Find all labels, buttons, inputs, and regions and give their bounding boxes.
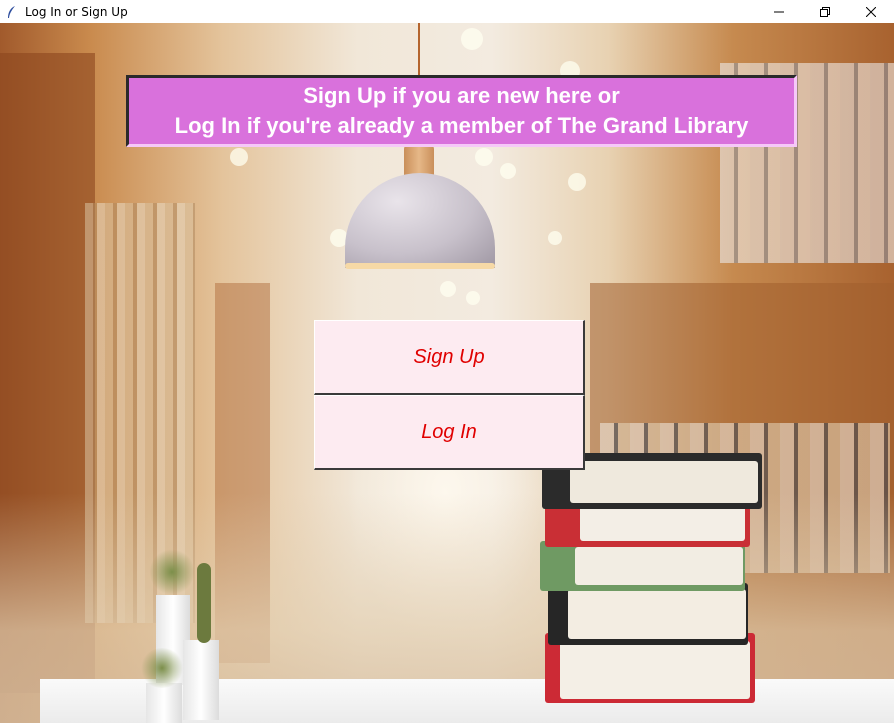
light-bokeh <box>230 148 248 166</box>
book-pages <box>560 641 750 699</box>
welcome-banner: Sign Up if you are new here or Log In if… <box>126 75 797 147</box>
light-bokeh <box>548 231 562 245</box>
restore-button[interactable] <box>802 0 848 23</box>
light-bokeh <box>500 163 516 179</box>
log-in-label: Log In <box>421 420 477 443</box>
light-bokeh <box>475 148 493 166</box>
window-title: Log In or Sign Up <box>25 4 128 19</box>
book-pages <box>568 589 746 639</box>
pendant-lamp <box>345 173 495 268</box>
minimize-icon <box>774 11 784 12</box>
sign-up-label: Sign Up <box>413 345 485 368</box>
banner-line-1: Sign Up if you are new here or <box>303 83 620 108</box>
close-icon <box>866 6 876 17</box>
light-bokeh <box>466 291 480 305</box>
vase <box>183 640 219 720</box>
book-pages <box>575 547 743 585</box>
sign-up-button[interactable]: Sign Up <box>314 320 585 395</box>
lamp-light-rim <box>345 263 495 269</box>
log-in-button[interactable]: Log In <box>314 395 585 470</box>
close-button[interactable] <box>848 0 894 23</box>
library-background: Sign Up if you are new here or Log In if… <box>0 23 894 723</box>
feather-icon <box>4 4 20 20</box>
cactus-icon <box>197 563 211 643</box>
minimize-button[interactable] <box>756 0 802 23</box>
light-bokeh <box>440 281 456 297</box>
title-bar: Log In or Sign Up <box>0 0 894 23</box>
banner-line-2: Log In if you're already a member of The… <box>174 113 749 138</box>
plant-icon <box>150 548 194 596</box>
window-controls <box>756 0 894 23</box>
book-pages <box>570 461 758 503</box>
light-bokeh <box>461 28 483 50</box>
book-pages <box>580 505 745 541</box>
light-bokeh <box>568 173 586 191</box>
plant-icon <box>140 648 184 688</box>
vase <box>146 683 182 723</box>
restore-icon <box>820 6 830 17</box>
lamp-socket <box>404 145 434 175</box>
